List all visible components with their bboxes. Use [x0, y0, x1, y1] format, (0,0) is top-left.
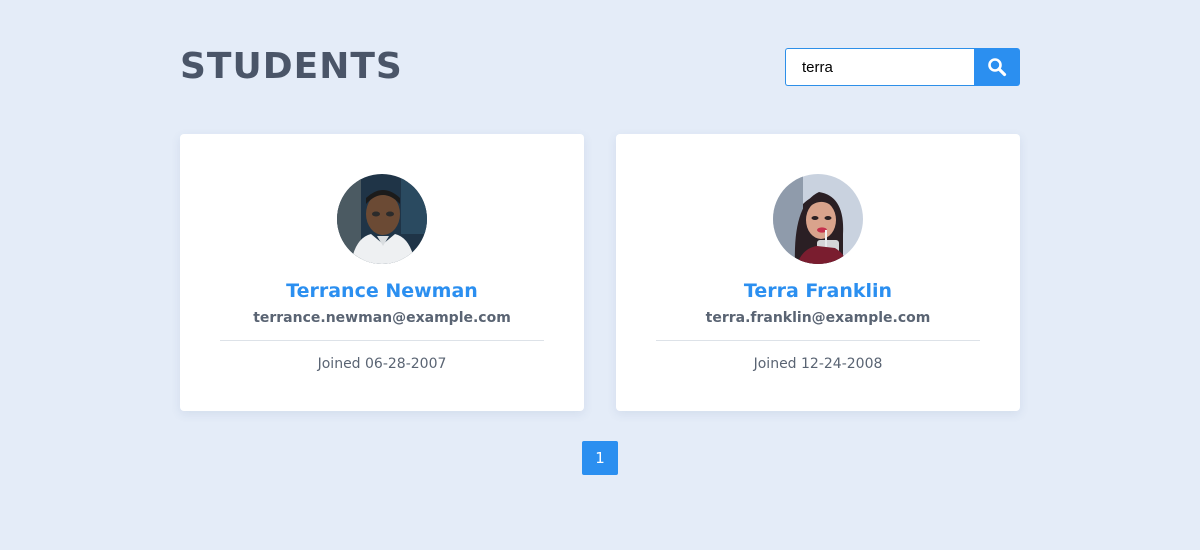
- search-icon: [988, 58, 1007, 77]
- joined-date: Joined 06-28-2007: [317, 356, 447, 372]
- page-title: STUDENTS: [180, 46, 403, 87]
- student-cards: Terrance Newman terrance.newman@example.…: [180, 134, 1020, 411]
- search-input[interactable]: [785, 48, 974, 86]
- divider: [656, 340, 980, 341]
- avatar: [773, 174, 863, 264]
- student-card: Terrance Newman terrance.newman@example.…: [180, 134, 584, 411]
- page-button-1[interactable]: 1: [582, 441, 618, 475]
- student-email: terrance.newman@example.com: [253, 310, 511, 326]
- divider: [220, 340, 544, 341]
- search-button[interactable]: [974, 48, 1020, 86]
- page-header: STUDENTS: [180, 47, 1020, 87]
- student-name: Terra Franklin: [743, 280, 893, 302]
- joined-date: Joined 12-24-2008: [753, 356, 883, 372]
- student-card: Terra Franklin terra.franklin@example.co…: [616, 134, 1020, 411]
- pagination: 1: [582, 441, 618, 475]
- search-form: [785, 48, 1020, 86]
- student-email: terra.franklin@example.com: [705, 310, 931, 326]
- student-name: Terrance Newman: [286, 280, 478, 302]
- avatar: [337, 174, 427, 264]
